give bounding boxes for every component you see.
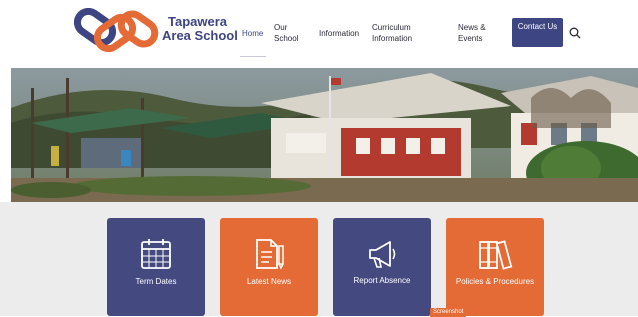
report-absence-tile[interactable]: Report Absence <box>333 218 431 316</box>
nav-our-school[interactable]: Our School <box>274 22 308 44</box>
latest-news-tile[interactable]: Latest News <box>220 218 318 316</box>
latest-news-label: Latest News <box>246 277 292 286</box>
document-pencil-icon <box>256 239 284 270</box>
report-absence-label: Report Absence <box>353 276 411 285</box>
nav-news-events[interactable]: News & Events <box>458 22 498 44</box>
contact-us-button[interactable]: Contact Us <box>512 18 563 47</box>
megaphone-icon <box>369 241 396 268</box>
site-header: Tapawera Area School Home Our School Inf… <box>0 0 638 68</box>
books-icon <box>479 240 513 270</box>
logo-mark-icon <box>73 7 159 53</box>
nav-information[interactable]: Information <box>319 28 359 39</box>
policies-procedures-label: Policies & Procedures <box>455 277 535 286</box>
calendar-icon <box>141 239 171 269</box>
school-name-line1: Tapawera <box>168 14 228 29</box>
nav-curriculum-information[interactable]: Curriculum Information <box>372 22 430 44</box>
search-icon[interactable] <box>569 27 581 39</box>
term-dates-tile[interactable]: Term Dates <box>107 218 205 316</box>
school-name[interactable]: Tapawera Area School <box>162 15 238 43</box>
school-name-line2: Area School <box>162 28 238 43</box>
nav-home-underline <box>240 56 266 57</box>
nav-home[interactable]: Home <box>242 28 263 39</box>
term-dates-label: Term Dates <box>135 277 177 286</box>
school-buildings-photo <box>11 68 638 202</box>
hero-image <box>11 68 638 202</box>
policies-procedures-tile[interactable]: Policies & Procedures <box>446 218 544 316</box>
